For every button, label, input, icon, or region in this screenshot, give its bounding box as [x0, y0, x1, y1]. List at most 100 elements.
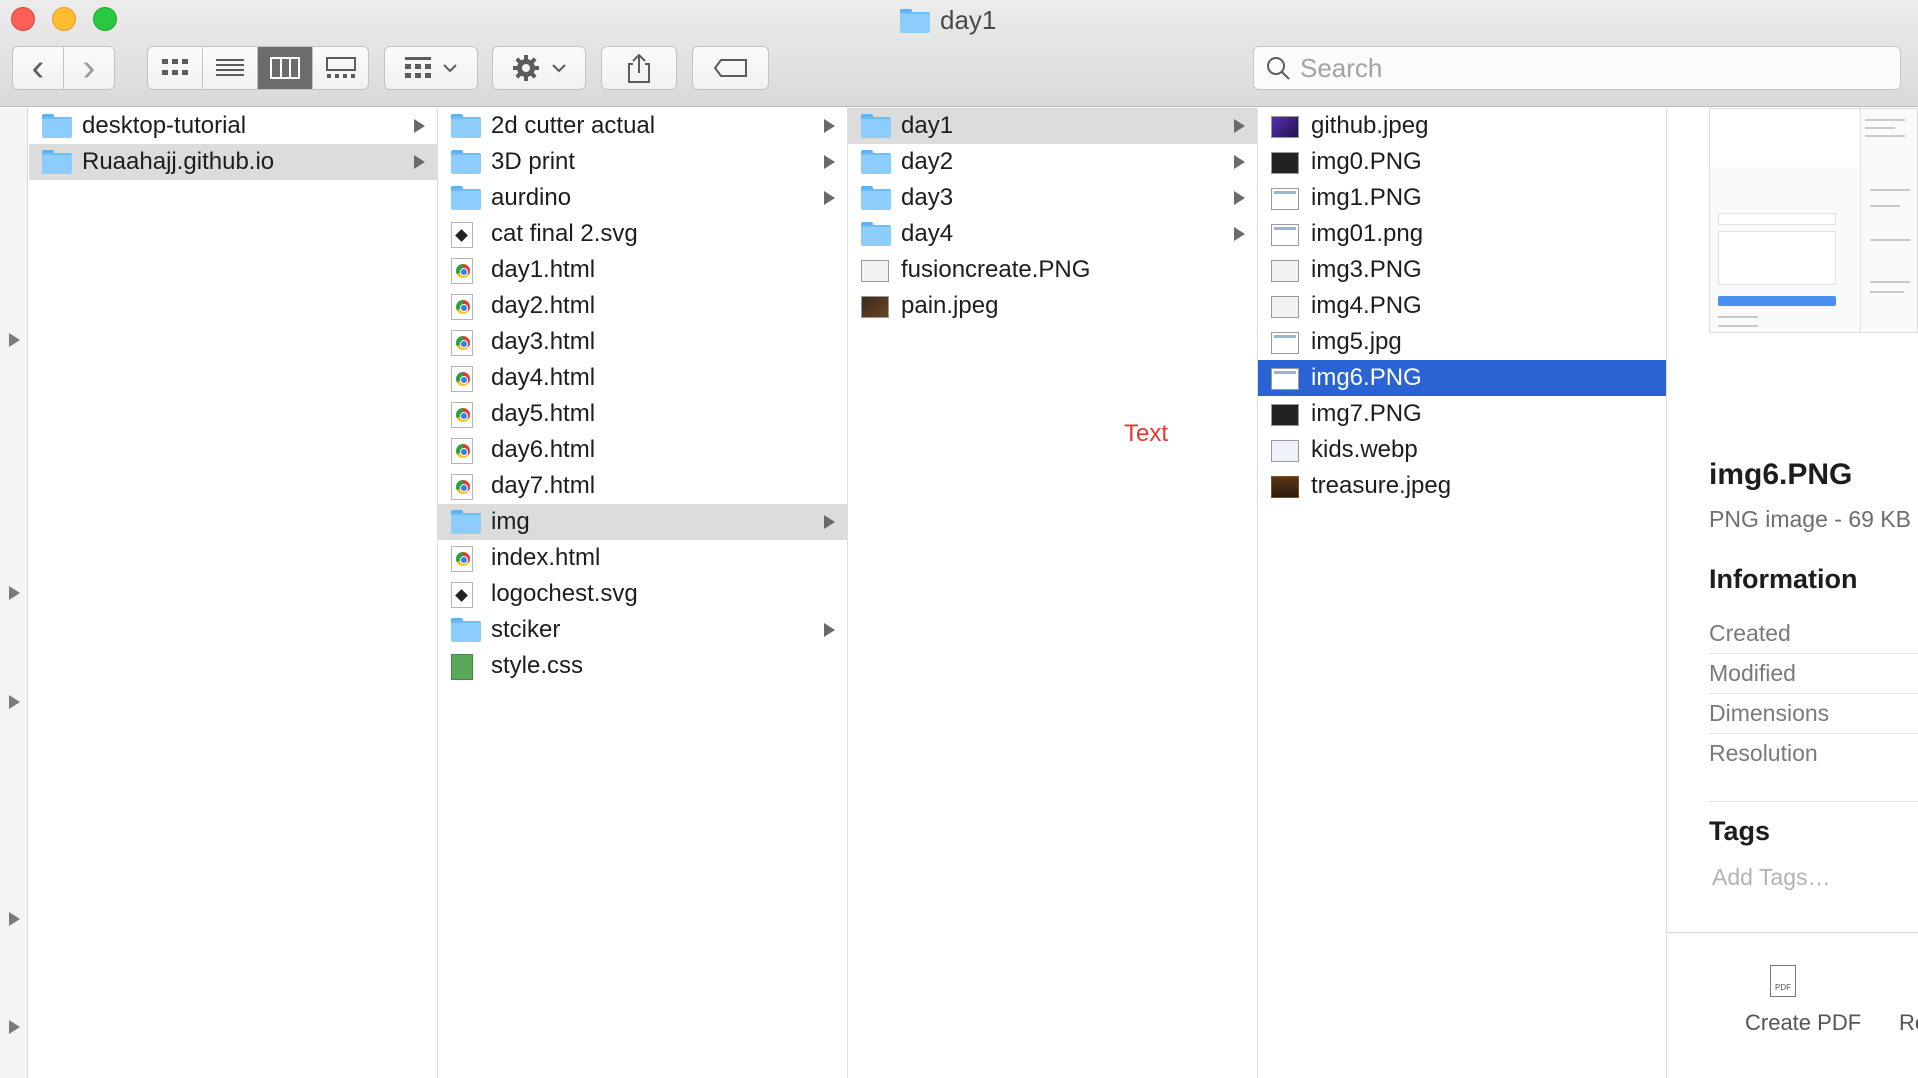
- list-view-button[interactable]: [203, 47, 258, 89]
- columns-icon: [270, 57, 300, 79]
- disclosure-triangle-icon[interactable]: [9, 695, 20, 709]
- text-annotation: Text: [1124, 420, 1169, 447]
- image-file-icon: [1271, 222, 1299, 251]
- item-name: day5.html: [491, 400, 596, 427]
- item-name: treasure.jpeg: [1311, 472, 1452, 499]
- disclosure-arrow-icon: [414, 119, 425, 133]
- sidebar-strip[interactable]: [0, 108, 28, 1078]
- file-row[interactable]: day5.html: [438, 396, 847, 432]
- file-row[interactable]: fusioncreate.PNG: [848, 252, 1257, 288]
- file-row[interactable]: day1.html: [438, 252, 847, 288]
- file-row[interactable]: style.css: [438, 648, 847, 684]
- image-file-icon: [861, 294, 889, 323]
- disclosure-arrow-icon: [824, 191, 835, 205]
- browser-column-1: desktop-tutorial Ruaahajj.github.io: [29, 108, 438, 1078]
- image-file-icon: [1271, 438, 1299, 467]
- file-row[interactable]: github.jpeg: [1258, 108, 1666, 144]
- file-row[interactable]: img6.PNG: [1258, 360, 1666, 396]
- image-file-icon: [1271, 330, 1299, 359]
- file-row[interactable]: day7.html: [438, 468, 847, 504]
- forward-button[interactable]: ›: [64, 47, 114, 89]
- folder-row[interactable]: day1: [848, 108, 1257, 144]
- item-name: fusioncreate.PNG: [901, 256, 1091, 283]
- file-row[interactable]: day3.html: [438, 324, 847, 360]
- folder-icon: [900, 9, 930, 33]
- item-name: img6.PNG: [1311, 364, 1422, 391]
- search-input[interactable]: [1300, 52, 1860, 84]
- image-file-icon: [1271, 186, 1299, 215]
- file-row[interactable]: img0.PNG: [1258, 144, 1666, 180]
- item-name: 2d cutter actual: [491, 112, 656, 139]
- file-row[interactable]: img01.png: [1258, 216, 1666, 252]
- more-actions-button[interactable]: Re: [1899, 1010, 1918, 1036]
- disclosure-triangle-icon[interactable]: [9, 912, 20, 926]
- view-mode-control: [147, 46, 369, 90]
- add-tags-field[interactable]: Add Tags…: [1712, 864, 1830, 891]
- pdf-icon[interactable]: PDF: [1770, 965, 1796, 997]
- file-row[interactable]: logochest.svg: [438, 576, 847, 612]
- item-name: img7.PNG: [1311, 400, 1422, 427]
- close-window-button[interactable]: [11, 7, 35, 31]
- file-row[interactable]: day6.html: [438, 432, 847, 468]
- folder-icon: [861, 186, 891, 213]
- folder-row[interactable]: day3: [848, 180, 1257, 216]
- folder-icon: [451, 186, 481, 213]
- folder-icon: [42, 114, 72, 141]
- chevron-left-icon: ‹: [31, 47, 45, 89]
- item-name: day1: [901, 112, 954, 139]
- item-name: kids.webp: [1311, 436, 1418, 463]
- window-title: day1: [900, 4, 996, 36]
- create-pdf-button[interactable]: Create PDF: [1745, 1010, 1861, 1036]
- file-row[interactable]: img4.PNG: [1258, 288, 1666, 324]
- folder-row[interactable]: 3D print: [438, 144, 847, 180]
- folder-row[interactable]: day4: [848, 216, 1257, 252]
- html-file-icon: [451, 294, 473, 325]
- minimize-window-button[interactable]: [52, 7, 76, 31]
- browser-column-3: day1 day2 day3 day4 fusioncreate.PNG pain.jpe…: [848, 108, 1258, 1078]
- folder-row[interactable]: stciker: [438, 612, 847, 648]
- disclosure-arrow-icon: [824, 155, 835, 169]
- file-row[interactable]: treasure.jpeg: [1258, 468, 1666, 504]
- file-row[interactable]: pain.jpeg: [848, 288, 1257, 324]
- item-name: img: [491, 508, 530, 535]
- action-menu-button[interactable]: [492, 46, 586, 90]
- image-file-icon: [1271, 474, 1299, 503]
- disclosure-triangle-icon[interactable]: [9, 333, 20, 347]
- file-row[interactable]: index.html: [438, 540, 847, 576]
- folder-icon: [451, 150, 481, 177]
- disclosure-triangle-icon[interactable]: [9, 586, 20, 600]
- folder-row[interactable]: 2d cutter actual: [438, 108, 847, 144]
- chevron-down-icon: [443, 63, 457, 72]
- share-button[interactable]: [601, 46, 677, 90]
- gallery-view-button[interactable]: [313, 47, 368, 89]
- folder-row[interactable]: Ruaahajj.github.io: [29, 144, 437, 180]
- column-view-button[interactable]: [258, 47, 313, 89]
- edit-tags-button[interactable]: [692, 46, 769, 90]
- browser-column-2: 2d cutter actual 3D print aurdino cat final…: [438, 108, 848, 1078]
- file-row[interactable]: day4.html: [438, 360, 847, 396]
- folder-row[interactable]: day2: [848, 144, 1257, 180]
- disclosure-arrow-icon: [414, 155, 425, 169]
- file-row[interactable]: kids.webp: [1258, 432, 1666, 468]
- file-row[interactable]: img3.PNG: [1258, 252, 1666, 288]
- item-name: cat final 2.svg: [491, 220, 638, 247]
- search-field[interactable]: [1253, 46, 1901, 90]
- item-name: day4.html: [491, 364, 596, 391]
- folder-row[interactable]: aurdino: [438, 180, 847, 216]
- file-row[interactable]: day2.html: [438, 288, 847, 324]
- group-by-button[interactable]: [384, 46, 478, 90]
- file-row[interactable]: cat final 2.svg: [438, 216, 847, 252]
- folder-row[interactable]: img: [438, 504, 847, 540]
- folder-row[interactable]: desktop-tutorial: [29, 108, 437, 144]
- window-toolbar: day1 ‹ ›: [0, 0, 1918, 107]
- chrome-icon: [456, 336, 470, 350]
- item-name: img01.png: [1311, 220, 1424, 247]
- zoom-window-button[interactable]: [93, 7, 117, 31]
- back-button[interactable]: ‹: [13, 47, 64, 89]
- disclosure-triangle-icon[interactable]: [9, 1020, 20, 1034]
- file-row[interactable]: img1.PNG: [1258, 180, 1666, 216]
- chevron-down-icon: [552, 63, 566, 72]
- file-row[interactable]: img7.PNG: [1258, 396, 1666, 432]
- icon-view-button[interactable]: [148, 47, 203, 89]
- file-row[interactable]: img5.jpg: [1258, 324, 1666, 360]
